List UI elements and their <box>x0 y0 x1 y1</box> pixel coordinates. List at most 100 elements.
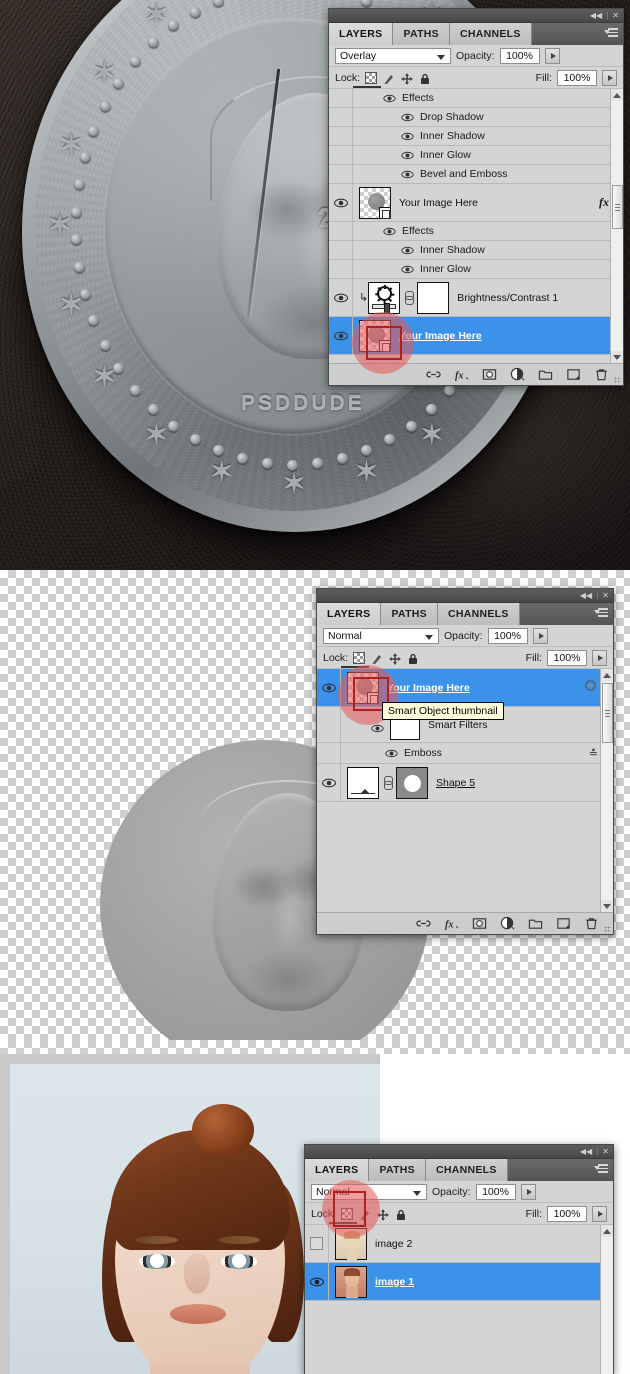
table-row[interactable]: Your Image Here <box>329 317 623 355</box>
link-icon[interactable] <box>383 775 393 790</box>
tab-paths[interactable]: PATHS <box>369 1159 426 1181</box>
tab-channels[interactable]: CHANNELS <box>437 603 520 625</box>
link-icon[interactable] <box>426 367 441 382</box>
lock-transparency-icon[interactable] <box>365 71 378 84</box>
eye-icon[interactable] <box>401 246 414 255</box>
opacity-stepper[interactable] <box>520 1183 536 1200</box>
add-mask-icon[interactable] <box>482 367 497 382</box>
lock-image-pixels-icon[interactable] <box>359 1208 371 1220</box>
fx-icon[interactable]: fx <box>599 195 609 210</box>
eye-icon[interactable] <box>333 293 348 303</box>
lock-position-icon[interactable] <box>401 72 414 85</box>
list-item[interactable]: Emboss ≛ <box>317 743 613 764</box>
list-item[interactable]: Drop Shadow <box>329 108 623 127</box>
lock-position-icon[interactable] <box>389 652 402 665</box>
layer-visibility-toggle[interactable] <box>329 279 353 316</box>
lock-image-pixels-icon[interactable] <box>383 72 395 84</box>
new-layer-icon[interactable] <box>556 916 571 931</box>
lock-all-icon[interactable] <box>395 1208 407 1220</box>
panel-menu-icon[interactable] <box>594 1164 608 1175</box>
scroll-down-icon[interactable] <box>611 351 623 363</box>
fill-stepper[interactable] <box>592 649 607 666</box>
add-mask-icon[interactable] <box>472 916 487 931</box>
eye-icon[interactable] <box>385 749 398 758</box>
layer-list-scrollbar[interactable] <box>610 89 623 363</box>
opacity-stepper[interactable] <box>532 627 548 644</box>
close-icon[interactable]: ✕ <box>602 1147 609 1156</box>
lock-image-pixels-icon[interactable] <box>371 652 383 664</box>
vector-mask-thumbnail[interactable] <box>396 766 428 799</box>
link-icon[interactable] <box>404 290 415 305</box>
tab-layers[interactable]: LAYERS <box>305 1159 370 1181</box>
eye-icon[interactable] <box>371 720 384 733</box>
lock-all-icon[interactable] <box>419 72 431 84</box>
fill-input[interactable]: 100% <box>547 1205 587 1222</box>
opacity-input[interactable]: 100% <box>475 1183 516 1200</box>
table-row[interactable]: ↳ Brightness/Contrast 1 <box>329 279 623 317</box>
layer-visibility-toggle[interactable] <box>305 1263 329 1300</box>
collapse-icon[interactable]: ◀◀ <box>580 1147 592 1156</box>
tab-paths[interactable]: PATHS <box>381 603 438 625</box>
lock-position-icon[interactable] <box>377 1208 390 1221</box>
eye-icon[interactable] <box>401 113 414 122</box>
eye-icon[interactable] <box>309 1277 324 1287</box>
blend-mode-select[interactable]: Normal <box>311 1183 427 1200</box>
fill-stepper[interactable] <box>602 69 617 86</box>
table-row[interactable]: Shape 5 <box>317 764 613 802</box>
layer-mask-thumbnail[interactable] <box>417 281 450 314</box>
resize-grip[interactable] <box>604 926 611 933</box>
layer-visibility-toggle[interactable] <box>305 1225 329 1262</box>
layer-thumbnail[interactable] <box>359 319 391 352</box>
table-row[interactable]: image 2 <box>305 1225 613 1263</box>
eye-icon-off[interactable] <box>310 1237 323 1250</box>
list-item[interactable]: Bevel and Emboss <box>329 165 623 184</box>
layer-visibility-toggle[interactable] <box>317 764 341 801</box>
eye-icon[interactable] <box>401 265 414 274</box>
adjustment-layer-icon[interactable] <box>510 367 525 382</box>
blend-mode-select[interactable]: Overlay <box>335 47 451 64</box>
adjustment-layer-icon[interactable] <box>500 916 515 931</box>
panel-menu-icon[interactable] <box>594 608 608 619</box>
tab-layers[interactable]: LAYERS <box>329 23 394 45</box>
fx-icon[interactable]: fx <box>444 916 459 931</box>
tab-paths[interactable]: PATHS <box>393 23 450 45</box>
fill-input[interactable]: 100% <box>547 649 587 666</box>
layer-thumbnail[interactable] <box>335 1265 367 1298</box>
scroll-down-icon[interactable] <box>601 900 613 912</box>
scrollbar-thumb[interactable] <box>602 683 613 743</box>
collapse-icon[interactable]: ◀◀ <box>580 591 592 600</box>
list-item[interactable]: Inner Shadow <box>329 241 623 260</box>
link-icon[interactable] <box>416 916 431 931</box>
eye-icon[interactable] <box>401 170 414 179</box>
layer-thumbnail[interactable] <box>359 186 391 219</box>
scroll-up-icon[interactable] <box>601 669 613 681</box>
eye-icon[interactable] <box>383 94 396 103</box>
eye-icon[interactable] <box>321 778 336 788</box>
list-item[interactable]: Effects <box>329 89 623 108</box>
list-item[interactable]: Effects <box>329 222 623 241</box>
close-icon[interactable]: ✕ <box>612 11 619 20</box>
eye-icon[interactable] <box>401 151 414 160</box>
opacity-input[interactable]: 100% <box>499 47 540 64</box>
filter-options-icon[interactable]: ≛ <box>589 747 598 760</box>
layer-visibility-toggle[interactable] <box>329 317 353 354</box>
lock-transparency-icon[interactable] <box>341 1207 354 1220</box>
table-row[interactable]: Your Image Here fx <box>329 184 623 222</box>
lock-all-icon[interactable] <box>407 652 419 664</box>
scroll-up-icon[interactable] <box>611 89 623 101</box>
blend-mode-select[interactable]: Normal <box>323 627 439 644</box>
new-group-icon[interactable] <box>528 916 543 931</box>
smart-filter-icon[interactable] <box>584 679 597 697</box>
layer-thumbnail[interactable] <box>347 766 379 799</box>
tab-layers[interactable]: LAYERS <box>317 603 382 625</box>
fill-input[interactable]: 100% <box>557 69 597 86</box>
layer-visibility-toggle[interactable] <box>329 184 353 221</box>
brightness-contrast-thumbnail[interactable] <box>368 281 401 314</box>
layer-thumbnail[interactable] <box>347 671 379 704</box>
scroll-up-icon[interactable] <box>601 1225 613 1237</box>
eye-icon[interactable] <box>401 132 414 141</box>
delete-layer-icon[interactable] <box>594 367 609 382</box>
panel-menu-icon[interactable] <box>604 28 618 39</box>
table-row[interactable]: image 1 <box>305 1263 613 1301</box>
list-item[interactable]: Inner Shadow <box>329 127 623 146</box>
